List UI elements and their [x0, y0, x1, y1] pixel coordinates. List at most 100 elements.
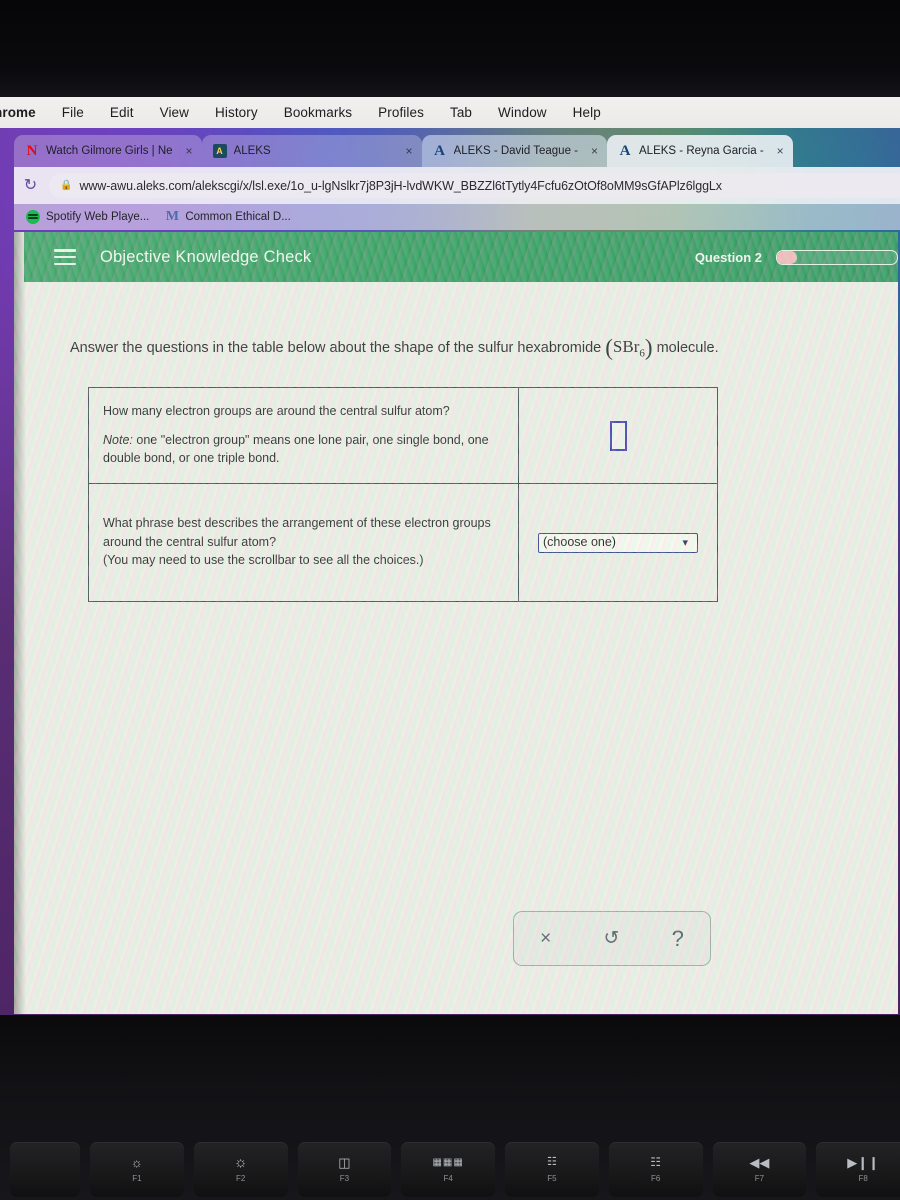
menubar-item-view[interactable]: View — [147, 105, 202, 120]
menubar-item-history[interactable]: History — [202, 105, 271, 120]
page-title: Objective Knowledge Check — [100, 247, 312, 266]
bookmark-common-ethical[interactable]: M Common Ethical D... — [165, 210, 291, 224]
question-1-note: Note: one "electron group" means one lon… — [103, 431, 502, 467]
key-label: F3 — [339, 1174, 350, 1183]
spotify-icon — [26, 210, 40, 224]
answer-mini-toolbar: × ↺ ? — [513, 911, 711, 966]
laptop-screen: hrome File Edit View History Bookmarks P… — [0, 97, 900, 1015]
progress-bar-fill — [777, 250, 797, 264]
answer-cell-1 — [518, 386, 718, 485]
prompt-text-before: Answer the questions in the table below … — [70, 340, 602, 356]
tab-close-icon[interactable]: × — [591, 144, 598, 158]
question-prompt: Answer the questions in the table below … — [70, 332, 860, 363]
chrome-browser-window: N Watch Gilmore Girls | Ne × A ALEKS × A… — [14, 128, 900, 1014]
bookmark-spotify[interactable]: Spotify Web Playe... — [26, 210, 149, 224]
question-number-label: Question 2 — [694, 249, 762, 265]
lock-icon: 🔒 — [60, 180, 73, 191]
undo-icon[interactable]: ↺ — [603, 927, 619, 950]
aleks-appbar: Objective Knowledge Check Question 2 — [24, 232, 898, 282]
note-prefix: Note: — [103, 433, 133, 448]
tab-label: ALEKS — [233, 145, 271, 157]
key-esc-partial[interactable] — [10, 1142, 80, 1197]
aleks-icon: A — [434, 142, 445, 159]
tab-aleks[interactable]: A ALEKS × — [201, 135, 422, 167]
reload-icon[interactable]: ↻ — [22, 177, 39, 194]
clear-icon[interactable]: × — [540, 928, 551, 950]
tab-close-icon[interactable]: × — [777, 144, 784, 158]
prompt-text-after: molecule. — [656, 340, 719, 356]
tab-netflix[interactable]: N Watch Gilmore Girls | Ne × — [14, 135, 202, 167]
rewind-icon: ◀◀ — [749, 1155, 770, 1170]
formula-main: SBr — [612, 337, 640, 356]
play-pause-icon: ▶❙❙ — [847, 1155, 880, 1170]
menubar-item-help[interactable]: Help — [560, 105, 614, 120]
question-content: Answer the questions in the table below … — [24, 282, 898, 1014]
tab-close-icon[interactable]: × — [186, 144, 193, 158]
key-f5[interactable]: ☷ F5 — [505, 1142, 599, 1197]
key-label: F1 — [132, 1174, 142, 1183]
key-f1[interactable]: ☼ F1 — [90, 1142, 184, 1197]
laptop-photo: hrome File Edit View History Bookmarks P… — [0, 0, 900, 1200]
key-label: F5 — [547, 1174, 557, 1183]
key-f4[interactable]: ▦▦▦ F4 — [401, 1142, 495, 1197]
menubar-item-chrome[interactable]: hrome — [0, 105, 49, 120]
question-cell-1: How many electron groups are around the … — [88, 386, 519, 485]
question-1-text: How many electron groups are around the … — [103, 404, 450, 418]
menubar-item-tab[interactable]: Tab — [437, 105, 485, 120]
bookmark-label: Common Ethical D... — [185, 211, 291, 223]
brightness-down-icon: ☼ — [130, 1155, 143, 1170]
question-table: How many electron groups are around the … — [88, 386, 718, 602]
url-text: www-awu.aleks.com/alekscgi/x/lsl.exe/1o_… — [79, 178, 722, 193]
netflix-icon: N — [26, 142, 38, 159]
key-f8[interactable]: ▶❙❙ F8 — [816, 1142, 900, 1197]
question-2-note: (You may need to use the scrollbar to se… — [103, 552, 424, 567]
keyboard-backlight-up-icon: ☷ — [650, 1155, 661, 1169]
chevron-down-icon: ▾ — [682, 536, 688, 549]
tab-close-icon[interactable]: × — [406, 144, 413, 158]
tab-strip: N Watch Gilmore Girls | Ne × A ALEKS × A… — [14, 132, 900, 167]
bookmark-label: Spotify Web Playe... — [46, 211, 150, 223]
function-key-row: ☼ F1 ☼ F2 ◫ F3 ▦▦▦ F4 ☷ F5 ☷ F6 ◀◀ F7 ▶❙… — [0, 1142, 900, 1200]
electron-groups-input[interactable] — [609, 420, 627, 451]
menubar-item-file[interactable]: File — [49, 105, 97, 120]
launchpad-icon: ▦▦▦ — [432, 1157, 464, 1168]
macos-menubar[interactable]: hrome File Edit View History Bookmarks P… — [0, 97, 900, 128]
question-2-text: What phrase best describes the arrangeme… — [103, 516, 491, 549]
keyboard-backlight-down-icon: ☷ — [546, 1156, 557, 1168]
key-label: F4 — [443, 1174, 453, 1183]
key-f3[interactable]: ◫ F3 — [297, 1142, 392, 1197]
key-label: F6 — [650, 1174, 661, 1183]
key-label: F2 — [235, 1174, 246, 1183]
formula-close-paren: ) — [644, 335, 653, 360]
address-bar[interactable]: 🔒 www-awu.aleks.com/alekscgi/x/lsl.exe/1… — [49, 173, 900, 198]
key-label: F7 — [754, 1174, 765, 1183]
aleks-dark-icon: A — [212, 144, 227, 158]
note-body: one "electron group" means one lone pair… — [103, 433, 489, 466]
tab-aleks-reyna-garcia[interactable]: A ALEKS - Reyna Garcia - × — [607, 135, 793, 167]
bookmarks-bar: Spotify Web Playe... M Common Ethical D.… — [14, 204, 900, 230]
hamburger-icon[interactable] — [54, 249, 76, 265]
key-f6[interactable]: ☷ F6 — [608, 1142, 703, 1197]
mission-control-icon: ◫ — [338, 1155, 351, 1170]
tab-label: ALEKS - Reyna Garcia - — [639, 145, 764, 157]
menubar-item-profiles[interactable]: Profiles — [365, 105, 437, 120]
question-cell-1-text: How many electron groups are around the … — [89, 388, 518, 483]
arrangement-select[interactable]: (choose one) ▾ — [538, 532, 698, 553]
question-cell-2: What phrase best describes the arrangeme… — [88, 483, 519, 602]
menubar-item-window[interactable]: Window — [485, 105, 560, 120]
table-row: What phrase best describes the arrangeme… — [88, 483, 718, 602]
key-label: F8 — [858, 1174, 868, 1183]
tab-aleks-david-teague[interactable]: A ALEKS - David Teague - × — [421, 135, 608, 167]
menubar-item-bookmarks[interactable]: Bookmarks — [271, 105, 365, 120]
tab-label: Watch Gilmore Girls | Ne — [46, 145, 173, 157]
menubar-item-edit[interactable]: Edit — [97, 105, 147, 120]
aleks-page: Objective Knowledge Check Question 2 Ans… — [14, 232, 898, 1014]
progress-bar — [776, 249, 898, 265]
question-progress-group: Question 2 — [694, 249, 898, 265]
help-icon[interactable]: ? — [672, 926, 684, 952]
key-f7[interactable]: ◀◀ F7 — [712, 1142, 807, 1197]
key-f2[interactable]: ☼ F2 — [193, 1142, 288, 1197]
screen-bezel-top — [0, 0, 900, 97]
table-row: How many electron groups are around the … — [88, 386, 718, 485]
question-cell-2-text: What phrase best describes the arrangeme… — [89, 484, 518, 600]
